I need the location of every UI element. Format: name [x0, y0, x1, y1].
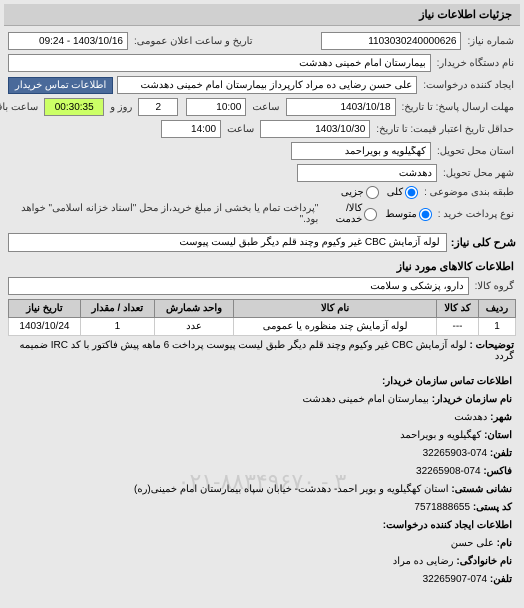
deadline-time-field[interactable] [186, 98, 246, 116]
label-fax: فاکس: [483, 466, 512, 477]
days-remaining-field [138, 98, 178, 116]
label-org-name: نام سازمان خریدار: [432, 394, 512, 405]
announce-datetime-field[interactable] [8, 32, 128, 50]
th-code: کد کالا [437, 300, 479, 318]
label-postal: کد پستی: [473, 502, 512, 513]
section-header: جزئیات اطلاعات نیاز [4, 4, 520, 26]
cell-date: 1403/10/24 [9, 318, 81, 336]
label-creator-section: اطلاعات ایجاد کننده درخواست: [383, 520, 512, 531]
validity-date-field[interactable] [260, 120, 370, 138]
radio-partial-label: جزیی [341, 187, 364, 198]
validity-time-field[interactable] [161, 120, 221, 138]
address-value: استان کهگیلویه و بویر احمد- دهدشت- خیابا… [134, 484, 449, 495]
table-row[interactable]: 1 --- لوله آزمایش چند منظوره یا عمومی عد… [9, 318, 516, 336]
req-number-field[interactable] [321, 32, 461, 50]
radio-all[interactable]: کلی [387, 186, 418, 199]
label-province2: استان: [484, 430, 512, 441]
buyer-org-field[interactable] [8, 54, 431, 72]
radio-credit-label: کالا/خدمت [322, 203, 362, 225]
cell-name: لوله آزمایش چند منظوره یا عمومی [234, 318, 437, 336]
city-field[interactable] [297, 164, 437, 182]
radio-mid-label: متوسط [385, 209, 416, 220]
contact-button[interactable]: اطلاعات تماس خریدار [8, 77, 113, 94]
radio-credit[interactable]: کالا/خدمت [322, 203, 377, 225]
radio-credit-input[interactable] [364, 208, 377, 221]
label-announce: تاریخ و ساعت اعلان عمومی: [132, 36, 255, 47]
province-value: کهگیلویه و بویراحمد [400, 430, 481, 441]
label-deadline: مهلت ارسال پاسخ: تا تاریخ: [400, 102, 516, 113]
cell-row: 1 [478, 318, 515, 336]
label-remaining: ساعت باقی مانده [0, 102, 40, 113]
label-subject-cat: طبقه بندی موضوعی : [422, 187, 516, 198]
items-section-header: اطلاعات کالاهای مورد نیاز [8, 256, 516, 277]
label-time1: ساعت [250, 102, 281, 113]
table-header-row: ردیف کد کالا نام کالا واحد شمارش تعداد /… [9, 300, 516, 318]
cell-code: --- [437, 318, 479, 336]
label-creator: ایجاد کننده درخواست: [421, 80, 516, 91]
cell-unit: عدد [154, 318, 233, 336]
province-field[interactable] [291, 142, 431, 160]
label-city: شهر محل تحویل: [441, 168, 516, 179]
label-buyer-org: نام دستگاه خریدار: [435, 58, 516, 69]
product-group-field[interactable] [8, 277, 469, 295]
contact-info-section: ۰۲۱-۸۸۳۴۹۶۷۰ - ۳ اطلاعات تماس سازمان خری… [8, 366, 516, 598]
label-explain: توضیحات : [470, 340, 514, 351]
radio-all-label: کلی [387, 187, 403, 198]
radio-all-input[interactable] [405, 186, 418, 199]
main-desc-field: لوله آزمایش CBC غیر وکیوم وچند قلم دیگر … [8, 233, 447, 252]
explain-text: لوله آزمایش CBC غیر وکیوم وچند قلم دیگر … [20, 340, 514, 362]
th-date: تاریخ نیاز [9, 300, 81, 318]
label-time2: ساعت [225, 124, 256, 135]
label-validity: حداقل تاریخ اعتبار قیمت: تا تاریخ: [374, 124, 516, 135]
th-name: نام کالا [234, 300, 437, 318]
family-value: رضایی ده مراد [393, 556, 454, 567]
creator-field[interactable] [117, 76, 417, 94]
th-unit: واحد شمارش [154, 300, 233, 318]
label-city2: شهر: [490, 412, 512, 423]
label-family: نام خانوادگی: [456, 556, 512, 567]
label-address: نشانی شستی: [451, 484, 512, 495]
fax-value: 074-32265908 [416, 466, 481, 477]
payment-radio-group: متوسط کالا/خدمت [322, 203, 431, 225]
time-remaining-field [44, 98, 104, 116]
payment-note: "پرداخت تمام یا بخشی از مبلغ خرید،از محل… [8, 203, 318, 225]
postal-value: 7571888655 [414, 502, 470, 513]
phone-value: 074-32265903 [423, 448, 488, 459]
th-row: ردیف [478, 300, 515, 318]
label-contact-section: اطلاعات تماس سازمان خریدار: [382, 376, 512, 387]
name-value: علی حسن [451, 538, 494, 549]
radio-mid-input[interactable] [419, 208, 432, 221]
radio-partial-input[interactable] [366, 186, 379, 199]
radio-partial[interactable]: جزیی [341, 186, 379, 199]
subject-radio-group: کلی جزیی [341, 186, 418, 199]
cell-qty: 1 [80, 318, 154, 336]
org-name-value: بیمارستان امام خمینی دهدشت [303, 394, 429, 405]
label-phone: تلفن: [490, 448, 512, 459]
label-main-desc: شرح کلی نیاز: [451, 236, 516, 249]
label-days: روز و [108, 102, 134, 113]
radio-mid[interactable]: متوسط [385, 208, 431, 221]
items-table: ردیف کد کالا نام کالا واحد شمارش تعداد /… [8, 299, 516, 336]
label-payment-type: نوع پرداخت خرید : [436, 209, 516, 220]
label-product-group: گروه کالا: [473, 281, 516, 292]
city-value: دهدشت [454, 412, 487, 423]
label-req-number: شماره نیاز: [465, 36, 516, 47]
th-qty: تعداد / مقدار [80, 300, 154, 318]
deadline-date-field[interactable] [286, 98, 396, 116]
label-name: نام: [497, 538, 512, 549]
label-province: استان محل تحویل: [435, 146, 516, 157]
